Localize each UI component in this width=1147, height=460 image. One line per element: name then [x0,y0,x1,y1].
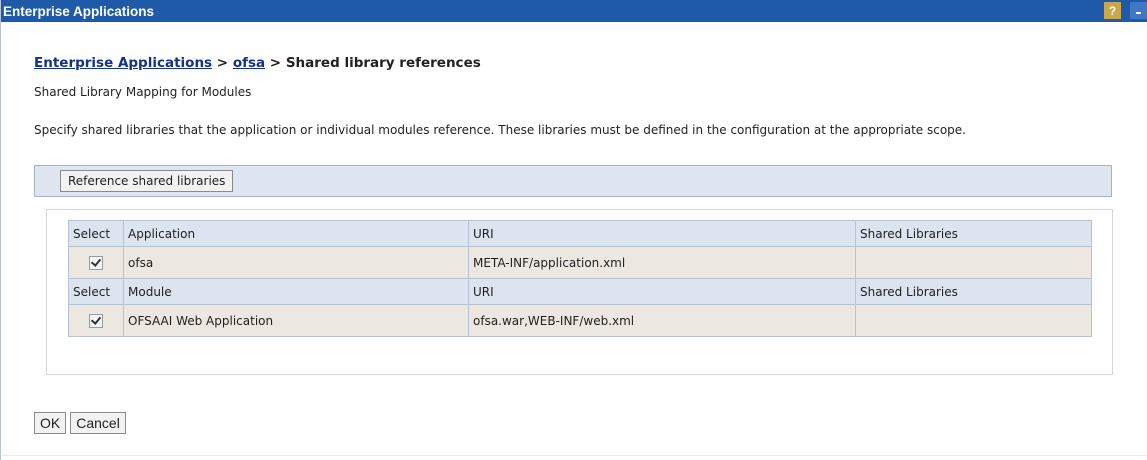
reference-shared-libraries-button[interactable]: Reference shared libraries [60,170,234,192]
table-row[interactable]: ofsa META-INF/application.xml [68,246,1092,279]
module-name-cell: OFSAAI Web Application [123,304,469,337]
table-row[interactable]: OFSAAI Web Application ofsa.war,WEB-INF/… [68,304,1092,337]
column-header-application: Application [123,220,469,247]
breadcrumb-enterprise-applications-link[interactable]: Enterprise Applications [34,55,212,71]
form-actions: OK Cancel [34,412,126,434]
breadcrumb-separator: > [265,55,286,71]
application-select-checkbox[interactable] [89,255,103,270]
column-header-shared-libraries: Shared Libraries [855,278,1092,305]
breadcrumb-ofsa-link[interactable]: ofsa [233,55,265,71]
table-header-row: Select Module URI Shared Libraries [68,278,1092,305]
ok-button[interactable]: OK [34,412,67,434]
module-shared-libraries-cell [855,304,1092,337]
column-header-select: Select [68,220,124,247]
button-panel: Reference shared libraries [34,165,1112,197]
application-shared-libraries-cell [855,246,1092,279]
select-cell [68,246,124,279]
window-title: Enterprise Applications [3,3,155,19]
module-uri-cell: ofsa.war,WEB-INF/web.xml [468,304,856,337]
page-subtitle: Shared Library Mapping for Modules [34,85,252,99]
column-header-uri: URI [468,220,856,247]
column-header-module: Module [123,278,469,305]
window-titlebar: Enterprise Applications ? [1,0,1147,22]
module-select-checkbox[interactable] [89,313,103,328]
application-uri-cell: META-INF/application.xml [468,246,856,279]
application-name-cell: ofsa [123,246,469,279]
frame-divider [1,455,1147,456]
titlebar-controls: ? [1104,2,1147,19]
help-icon[interactable]: ? [1104,2,1121,19]
column-header-select: Select [68,278,124,305]
breadcrumb: Enterprise Applications > ofsa > Shared … [34,55,481,71]
cancel-button[interactable]: Cancel [70,412,126,434]
enterprise-applications-window: Enterprise Applications ? Enterprise App… [0,0,1147,460]
shared-library-table: Select Application URI Shared Libraries … [68,220,1092,337]
breadcrumb-separator: > [212,55,233,71]
column-header-shared-libraries: Shared Libraries [855,220,1092,247]
minimize-icon[interactable] [1130,2,1147,19]
page-description: Specify shared libraries that the applic… [34,123,966,137]
column-header-uri: URI [468,278,856,305]
select-cell [68,304,124,337]
breadcrumb-current: Shared library references [285,55,481,71]
table-header-row: Select Application URI Shared Libraries [68,220,1092,247]
library-table-frame: Select Application URI Shared Libraries … [46,209,1113,375]
